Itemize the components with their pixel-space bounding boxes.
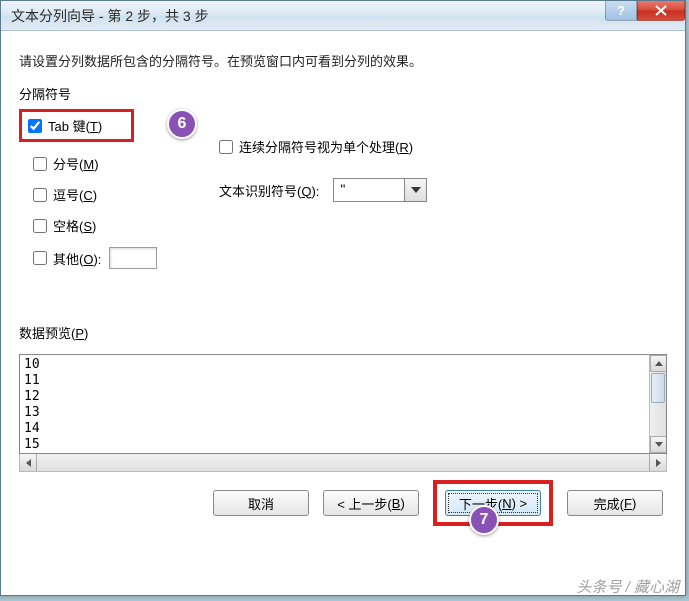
hscroll-track[interactable] [37,454,649,471]
delimiters-group-label: 分隔符号 [19,84,667,103]
comma-checkbox[interactable] [33,188,47,202]
consecutive-checkbox-row[interactable]: 连续分隔符号视为单个处理(R) [219,137,413,156]
finish-button[interactable]: 完成(F) [567,490,663,516]
delimiter-options-column: 连续分隔符号视为单个处理(R) 文本识别符号(Q): " [219,109,427,224]
delimiters-column: Tab 键(T) 分号(M) 逗号(C) 空格(S) 其他 [19,109,169,275]
preview-content: 10 11 12 13 14 15 [20,355,666,454]
scroll-thumb[interactable] [651,373,665,403]
help-button[interactable]: ? [605,1,637,21]
cancel-button[interactable]: 取消 [213,490,309,516]
semicolon-checkbox-label: 分号(M) [53,154,99,173]
preview-horizontal-scrollbar[interactable] [19,454,667,472]
callout-badge-7: 7 [469,505,499,535]
back-button[interactable]: < 上一步(B) [323,490,419,516]
titlebar: 文本分列向导 - 第 2 步，共 3 步 ? [1,1,685,31]
button-bar: 取消 < 上一步(B) 下一步(N) > 完成(F) [19,490,667,516]
tab-checkbox-label: Tab 键(T) [48,116,102,135]
scroll-down-button[interactable] [650,436,666,453]
text-qualifier-combo[interactable]: " [333,178,427,202]
instruction-text: 请设置分列数据所包含的分隔符号。在预览窗口内可看到分列的效果。 [19,51,667,70]
chevron-left-icon [26,459,31,467]
comma-checkbox-row[interactable]: 逗号(C) [19,179,169,210]
chevron-right-icon [656,459,661,467]
scroll-left-button[interactable] [20,454,37,471]
space-checkbox[interactable] [33,219,47,233]
close-icon [655,5,667,16]
scroll-up-button[interactable] [650,355,666,372]
tab-checkbox-highlight: Tab 键(T) [19,109,134,142]
chevron-down-icon [655,442,663,447]
close-button[interactable] [637,1,685,21]
preview-label: 数据预览(P) [19,323,667,342]
preview-box: 10 11 12 13 14 15 [19,354,667,454]
text-qualifier-value: " [334,179,404,201]
window-title: 文本分列向导 - 第 2 步，共 3 步 [11,6,209,26]
chevron-up-icon [655,361,663,366]
tab-checkbox-row[interactable]: Tab 键(T) [28,116,125,135]
text-qualifier-label: 文本识别符号(Q): [219,181,319,200]
tab-checkbox[interactable] [28,119,42,133]
semicolon-checkbox[interactable] [33,157,47,171]
window-buttons: ? [605,1,685,21]
delimiters-row: Tab 键(T) 分号(M) 逗号(C) 空格(S) 其他 [19,109,667,275]
wizard-window: 文本分列向导 - 第 2 步，共 3 步 ? 请设置分列数据所包含的分隔符号。在… [0,0,686,596]
other-checkbox-row[interactable]: 其他(O): [19,241,169,275]
other-delimiter-input[interactable] [109,247,157,269]
other-checkbox[interactable] [33,251,47,265]
space-checkbox-label: 空格(S) [53,216,96,235]
combo-arrow[interactable] [404,179,426,201]
other-checkbox-label: 其他(O): [53,249,101,268]
semicolon-checkbox-row[interactable]: 分号(M) [19,148,169,179]
preview-vertical-scrollbar[interactable] [649,355,666,453]
consecutive-checkbox[interactable] [219,140,233,154]
space-checkbox-row[interactable]: 空格(S) [19,210,169,241]
dialog-content: 请设置分列数据所包含的分隔符号。在预览窗口内可看到分列的效果。 分隔符号 Tab… [1,31,685,528]
scroll-right-button[interactable] [649,454,666,471]
comma-checkbox-label: 逗号(C) [53,185,97,204]
consecutive-checkbox-label: 连续分隔符号视为单个处理(R) [239,137,413,156]
callout-badge-6: 6 [167,109,197,139]
chevron-down-icon [411,187,421,193]
